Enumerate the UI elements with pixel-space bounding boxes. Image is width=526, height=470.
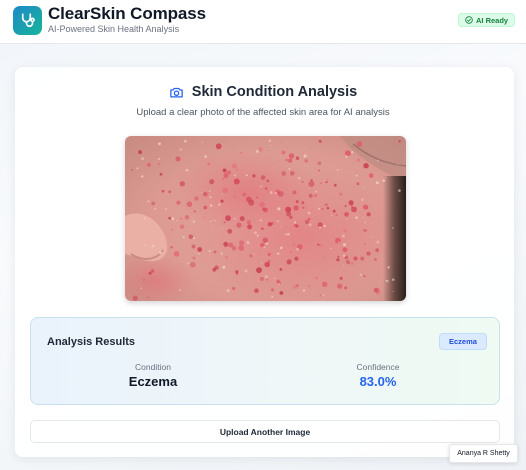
ai-status-badge: AI Ready xyxy=(458,13,516,27)
app-title: ClearSkin Compass xyxy=(48,4,206,23)
analysis-title-text: Skin Condition Analysis xyxy=(191,84,358,100)
camera-icon xyxy=(169,85,184,100)
app-logo xyxy=(13,6,42,35)
condition-label: Condition xyxy=(135,362,171,372)
condition-value: Eczema xyxy=(128,374,178,389)
uploaded-skin-image xyxy=(125,136,406,301)
upload-another-image-button[interactable]: Upload Another Image xyxy=(30,420,500,443)
results-heading: Analysis Results xyxy=(47,336,136,348)
check-circle-icon xyxy=(465,16,473,24)
app-header: ClearSkin Compass AI-Powered Skin Health… xyxy=(0,0,526,44)
analysis-title: Skin Condition Analysis xyxy=(0,83,526,101)
user-name-tag: Ananya R Shetty xyxy=(449,444,518,463)
stethoscope-icon xyxy=(19,12,37,30)
analysis-instructions: Upload a clear photo of the affected ski… xyxy=(136,107,390,118)
analysis-results-panel: Analysis Results Eczema Condition Eczema… xyxy=(30,317,500,405)
confidence-value: 83.0% xyxy=(359,374,397,389)
ai-status-label: AI Ready xyxy=(476,15,509,25)
app-subtitle: AI-Powered Skin Health Analysis xyxy=(48,24,180,34)
condition-badge: Eczema xyxy=(439,333,487,350)
confidence-label: Confidence xyxy=(356,362,400,372)
